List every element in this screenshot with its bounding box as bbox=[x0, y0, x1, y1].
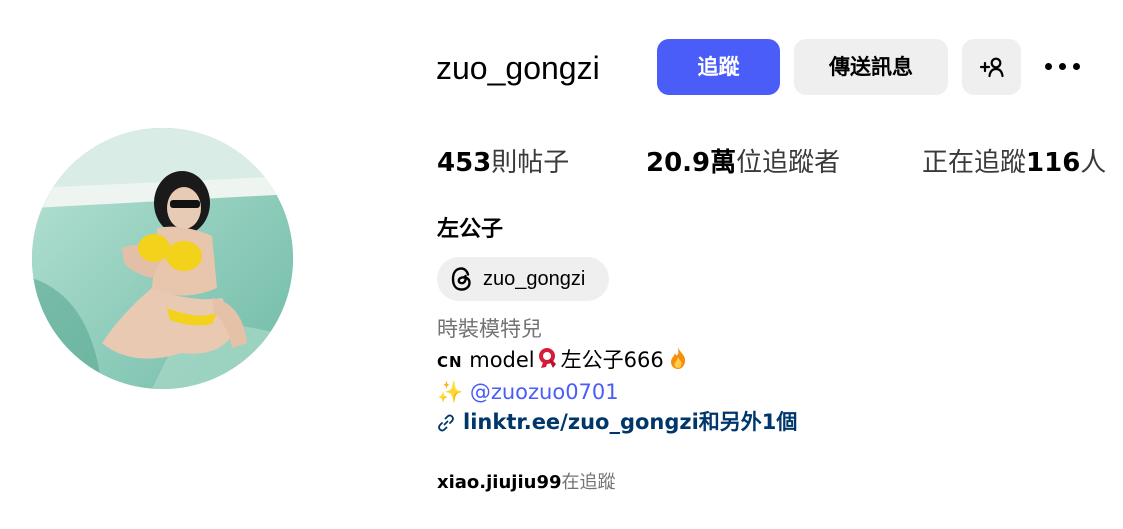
followed-by: xiao.jiujiu99在追蹤 bbox=[437, 470, 616, 496]
external-link[interactable]: linktr.ee/zuo_gongzi和另外1個 bbox=[437, 407, 797, 437]
profile-full-name: 左公子 bbox=[437, 217, 504, 242]
threads-icon bbox=[451, 267, 471, 291]
threads-handle: zuo_gongzi bbox=[483, 268, 586, 290]
bio-mention-link[interactable]: @zuozuo0701 bbox=[463, 380, 619, 404]
send-message-button[interactable]: 傳送訊息 bbox=[794, 39, 948, 95]
avatar-photo bbox=[32, 128, 293, 389]
bio-line-1: CN model 左公子666 bbox=[437, 345, 688, 377]
fire-emoji-icon bbox=[670, 347, 685, 369]
add-person-icon bbox=[979, 57, 1004, 78]
following-count: 116 bbox=[1026, 148, 1081, 178]
followers-count: 20.9萬 bbox=[646, 148, 737, 178]
profile-category: 時裝模特兒 bbox=[437, 317, 542, 341]
bio-country-code: CN bbox=[437, 353, 463, 371]
followers-stat[interactable]: 20.9萬位追蹤者 bbox=[646, 145, 840, 181]
following-stat[interactable]: 正在追蹤116人 bbox=[922, 145, 1106, 181]
followers-label: 位追蹤者 bbox=[736, 148, 841, 178]
bio-name-text: 左公子666 bbox=[560, 348, 664, 372]
posts-stat: 453則帖子 bbox=[437, 145, 569, 181]
profile-username: zuo_gongzi bbox=[436, 50, 600, 86]
posts-count: 453 bbox=[437, 148, 492, 178]
followed-by-user[interactable]: xiao.jiujiu99 bbox=[437, 472, 562, 493]
scarf-emoji-icon bbox=[538, 348, 556, 368]
external-link-text: linktr.ee/zuo_gongzi和另外1個 bbox=[463, 410, 798, 434]
following-prefix: 正在追蹤 bbox=[922, 148, 1027, 178]
bio-model-text: model bbox=[462, 348, 535, 372]
following-suffix: 人 bbox=[1080, 148, 1107, 178]
similar-accounts-button[interactable] bbox=[962, 39, 1021, 95]
profile-avatar[interactable] bbox=[32, 128, 293, 389]
followed-by-text: 在追蹤 bbox=[561, 472, 616, 493]
profile-page: zuo_gongzi 追蹤 傳送訊息 453則帖子 20.9萬位追蹤者 正在追蹤… bbox=[0, 0, 1123, 529]
more-options-icon[interactable] bbox=[1038, 52, 1088, 82]
posts-label: 則帖子 bbox=[491, 148, 570, 178]
follow-button[interactable]: 追蹤 bbox=[657, 39, 780, 95]
sparkles-icon: ✨ bbox=[437, 380, 464, 404]
bio-line-2: ✨ @zuozuo0701 bbox=[437, 377, 619, 407]
threads-badge[interactable]: zuo_gongzi bbox=[437, 257, 609, 301]
link-icon bbox=[438, 414, 454, 432]
